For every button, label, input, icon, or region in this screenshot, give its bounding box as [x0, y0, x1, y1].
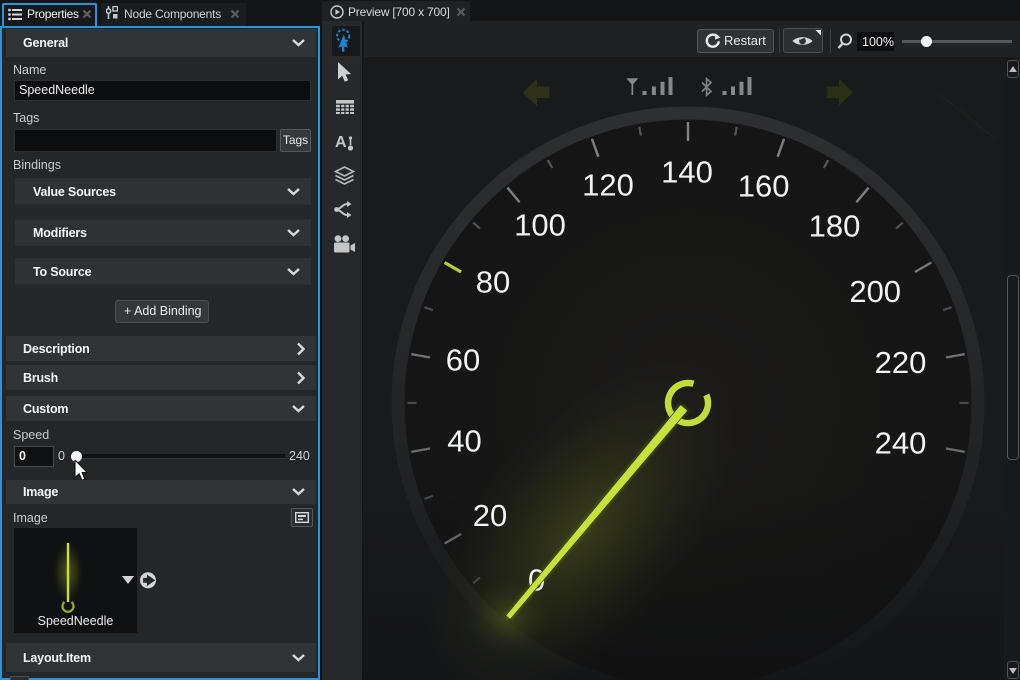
svg-text:60: 60: [446, 343, 480, 378]
svg-text:80: 80: [476, 265, 510, 300]
svg-text:240: 240: [875, 426, 927, 461]
svg-text:140: 140: [661, 155, 713, 190]
svg-text:220: 220: [875, 345, 927, 380]
svg-text:20: 20: [473, 498, 507, 533]
svg-text:200: 200: [849, 274, 901, 309]
svg-text:180: 180: [809, 209, 861, 244]
svg-text:100: 100: [514, 208, 566, 243]
svg-text:160: 160: [738, 169, 790, 204]
svg-text:A: A: [335, 134, 347, 151]
svg-text:40: 40: [447, 424, 481, 459]
svg-text:120: 120: [582, 168, 634, 203]
